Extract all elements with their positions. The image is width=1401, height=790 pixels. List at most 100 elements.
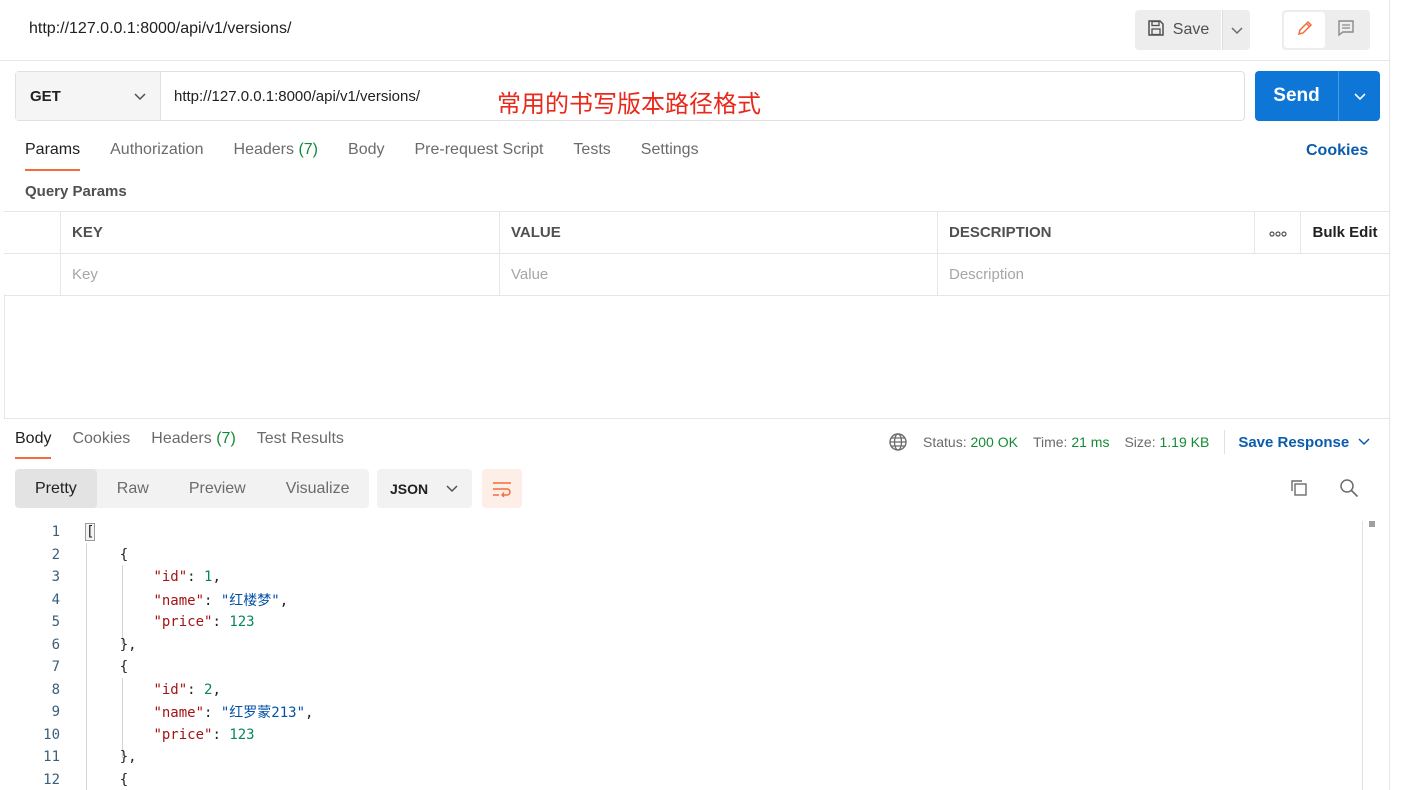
key-input[interactable]: Key [61, 254, 500, 295]
response-tabs: Body Cookies Headers (7) Test Results [15, 430, 365, 459]
format-type-label: JSON [390, 480, 429, 497]
response-body-viewer[interactable]: 1[ 2 { 3 "id": 1, 4 "name": "红楼梦", 5 "pr… [0, 521, 1362, 790]
code-text: "id": 2, [153, 681, 221, 698]
line-number: 1 [51, 524, 60, 541]
save-button[interactable]: Save [1135, 10, 1221, 50]
format-visualize[interactable]: Visualize [266, 469, 370, 508]
response-divider[interactable] [4, 418, 1390, 419]
chevron-down-icon [134, 88, 146, 105]
globe-icon[interactable] [888, 432, 908, 452]
code-text: "price": 123 [153, 726, 255, 743]
format-pretty[interactable]: Pretty [15, 469, 97, 508]
code-line: 3 "id": 1, [0, 566, 1362, 589]
save-response-button[interactable]: Save Response [1238, 434, 1370, 451]
tab-label: Pre-request Script [414, 141, 544, 158]
value-header: VALUE [500, 212, 938, 253]
edit-mode-button[interactable] [1284, 12, 1325, 48]
tab-settings[interactable]: Settings [641, 141, 699, 171]
tab-response-headers[interactable]: Headers (7) [151, 430, 236, 459]
scrollbar-thumb[interactable] [1369, 521, 1375, 527]
code-line: 10 "price": 123 [0, 724, 1362, 747]
wrap-lines-button[interactable] [482, 469, 522, 508]
chevron-down-icon [1230, 22, 1243, 39]
code-line: 4 "name": "红楼梦", [0, 589, 1362, 612]
floppy-disk-icon [1147, 19, 1165, 42]
send-options-button[interactable] [1339, 71, 1380, 121]
request-title[interactable]: http://127.0.0.1:8000/api/v1/versions/ [29, 20, 291, 38]
chevron-down-icon [446, 484, 458, 493]
code-line: 6 }, [0, 634, 1362, 657]
tab-count-badge: (7) [216, 430, 236, 447]
bulk-edit-button[interactable]: Bulk Edit [1301, 212, 1389, 253]
time-label: Time: [1032, 434, 1068, 450]
line-number: 2 [51, 546, 60, 563]
table-row: Key Value Description [4, 254, 1389, 296]
code-text: { [86, 546, 129, 563]
search-icon[interactable] [1339, 478, 1359, 502]
format-preview[interactable]: Preview [169, 469, 266, 508]
code-line: 12 { [0, 769, 1362, 790]
status-info[interactable]: Status: 200 OK [923, 434, 1018, 450]
tab-params[interactable]: Params [25, 141, 81, 171]
pencil-icon [1296, 19, 1314, 41]
checkbox-column [4, 212, 61, 253]
tab-response-cookies[interactable]: Cookies [72, 430, 130, 459]
line-number: 4 [51, 591, 60, 608]
tab-pre-request-script[interactable]: Pre-request Script [414, 141, 543, 171]
code-text: "price": 123 [153, 614, 255, 631]
tab-label: Headers [151, 430, 212, 447]
format-type-select[interactable]: JSON [377, 469, 472, 508]
format-raw[interactable]: Raw [97, 469, 169, 508]
code-line: 1[ [0, 521, 1362, 544]
tab-label: Headers [233, 141, 294, 158]
scrollbar-track[interactable] [1362, 521, 1363, 790]
format-tabs: Pretty Raw Preview Visualize [15, 469, 370, 508]
time-info[interactable]: Time: 21 ms [1033, 434, 1110, 450]
column-options-button[interactable] [1255, 212, 1301, 253]
size-info[interactable]: Size: 1.19 KB [1124, 434, 1209, 450]
code-text: [ [84, 523, 96, 542]
tab-label: Cookies [72, 430, 131, 447]
copy-icon[interactable] [1289, 478, 1309, 502]
value-input[interactable]: Value [500, 254, 938, 295]
line-number: 7 [51, 659, 60, 676]
method-select[interactable]: GET [16, 72, 161, 120]
code-line: 2 { [0, 544, 1362, 567]
save-label: Save [1172, 21, 1210, 38]
code-text: }, [86, 636, 137, 653]
code-text: "name": "红罗蒙213", [153, 705, 314, 722]
send-button[interactable]: Send [1255, 71, 1339, 121]
tab-label: Body [15, 430, 52, 447]
chevron-down-icon [1353, 88, 1366, 105]
tab-authorization[interactable]: Authorization [110, 141, 203, 171]
line-number: 8 [51, 681, 60, 698]
line-number: 10 [43, 726, 60, 743]
code-text: }, [86, 749, 137, 766]
tab-label: Settings [640, 141, 699, 158]
description-input[interactable]: Description [938, 254, 1389, 295]
code-line: 8 "id": 2, [0, 679, 1362, 702]
line-number: 9 [51, 704, 60, 721]
code-line: 5 "price": 123 [0, 611, 1362, 634]
header-divider [0, 60, 1390, 61]
comment-icon [1337, 19, 1355, 41]
pane-border [1389, 0, 1390, 790]
tab-label: Authorization [110, 141, 204, 158]
description-header: DESCRIPTION [938, 212, 1255, 253]
more-horizontal-icon [1268, 224, 1287, 241]
time-value: 21 ms [1071, 434, 1110, 450]
tab-response-body[interactable]: Body [15, 430, 52, 459]
params-table: KEY VALUE DESCRIPTION Bulk Edit Key Valu… [4, 211, 1389, 296]
send-group: Send [1255, 71, 1380, 121]
tab-headers[interactable]: Headers (7) [234, 141, 319, 171]
cookies-link[interactable]: Cookies [1306, 142, 1368, 160]
comments-mode-button[interactable] [1325, 12, 1366, 48]
line-number: 11 [43, 749, 60, 766]
code-text: { [86, 771, 129, 788]
line-number: 6 [51, 636, 60, 653]
tab-test-results[interactable]: Test Results [257, 430, 344, 459]
tab-tests[interactable]: Tests [573, 141, 610, 171]
code-text: { [86, 659, 129, 676]
save-options-button[interactable] [1222, 10, 1250, 50]
tab-body[interactable]: Body [348, 141, 384, 171]
